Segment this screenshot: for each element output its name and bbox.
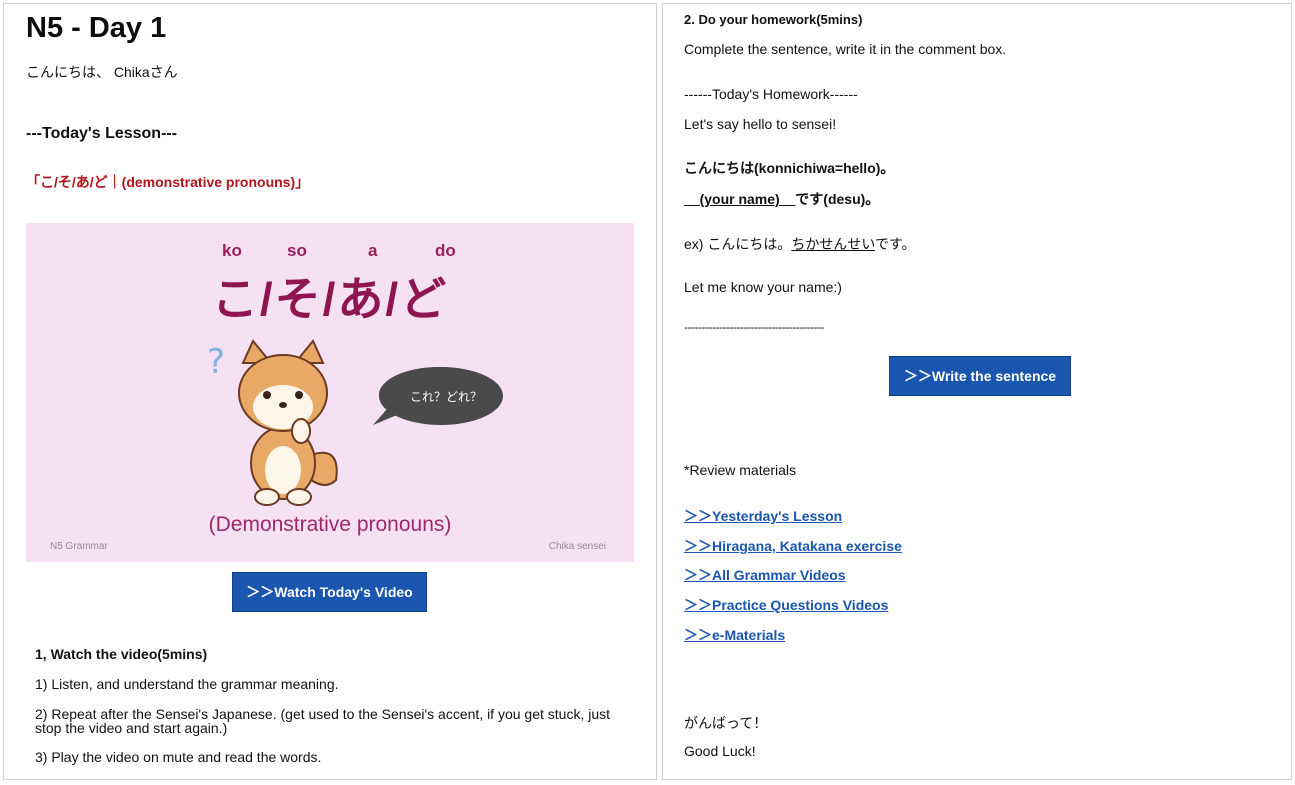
thumbnail-kana: こ/そ/あ/ど: [211, 273, 449, 325]
thumbnail-footer-left: N5 Grammar: [50, 541, 108, 552]
page-title: N5 - Day 1: [26, 12, 167, 44]
step-heading: 1, Watch the video(5mins): [35, 646, 208, 662]
homework-line-2-rest: です(desu)。: [795, 191, 880, 207]
step-1: 1) Listen, and understand the grammar me…: [35, 676, 339, 692]
example-sentence: ex) こんにちは。ちかせんせいです。: [684, 234, 916, 254]
write-sentence-button[interactable]: ＞＞Write the sentence: [889, 356, 1071, 396]
name-prompt: Let me know your name:): [684, 279, 842, 295]
homework-heading: 2. Do your homework(5mins): [684, 12, 863, 27]
example-prefix: ex) こんにちは。: [684, 236, 792, 252]
example-name: ちかせんせい: [791, 236, 875, 252]
step-2: 2) Repeat after the Sensei's Japanese. (…: [35, 706, 611, 736]
lesson-topic: 「こ/そ/あ/ど｜(demonstrative pronouns)」: [26, 174, 310, 190]
link-e-materials[interactable]: ＞＞e-Materials: [684, 625, 785, 645]
watch-video-button[interactable]: ＞＞Watch Today's Video: [232, 572, 427, 612]
link-yesterdays-lesson[interactable]: ＞＞Yesterday's Lesson: [684, 506, 842, 526]
review-heading: *Review materials: [684, 462, 797, 478]
romaji-do: do: [435, 241, 456, 260]
shiba-dog-illustration: ?: [207, 339, 338, 506]
homework-end-divider: ----------------------------------------: [684, 320, 824, 334]
link-grammar-videos[interactable]: ＞＞All Grammar Videos: [684, 565, 846, 585]
homework-prompt: Let's say hello to sensei!: [684, 116, 837, 132]
speech-bubble-text: これ？どれ？: [409, 390, 482, 404]
romaji-a: a: [368, 241, 378, 260]
homework-instruction: Complete the sentence, write it in the c…: [684, 41, 1007, 57]
lesson-panel: N5 - Day 1 こんにちは、 Chikaさん ---Today's Les…: [3, 3, 657, 780]
closing-english: Good Luck!: [684, 743, 756, 759]
step-3: 3) Play the video on mute and read the w…: [35, 749, 322, 765]
link-hiragana-katakana[interactable]: ＞＞Hiragana, Katakana exercise: [684, 536, 902, 556]
homework-line-1: こんにちは(konnichiwa=hello)。: [684, 160, 895, 176]
lesson-heading: ---Today's Lesson---: [26, 125, 178, 142]
homework-line-2: __(your name)__です(desu)。: [684, 189, 879, 209]
thumbnail-subtitle: (Demonstrative pronouns): [208, 513, 452, 536]
link-practice-questions[interactable]: ＞＞Practice Questions Videos: [684, 595, 888, 615]
homework-start-divider: ------Today's Homework------: [684, 86, 858, 102]
example-suffix: です。: [874, 236, 916, 252]
name-blank: __(your name)__: [684, 191, 796, 207]
thumbnail-footer-right: Chika sensei: [548, 541, 606, 552]
closing-japanese: がんばって！: [684, 715, 768, 731]
question-mark-icon: ?: [207, 342, 225, 382]
romaji-ko: ko: [222, 241, 242, 260]
video-thumbnail[interactable]: ko so a do こ/そ/あ/ど ? これ？どれ？ (Demonstrati…: [26, 223, 634, 562]
romaji-so: so: [287, 241, 307, 260]
homework-panel: 2. Do your homework(5mins) Complete the …: [662, 3, 1292, 780]
greeting-text: こんにちは、 Chikaさん: [26, 64, 178, 80]
